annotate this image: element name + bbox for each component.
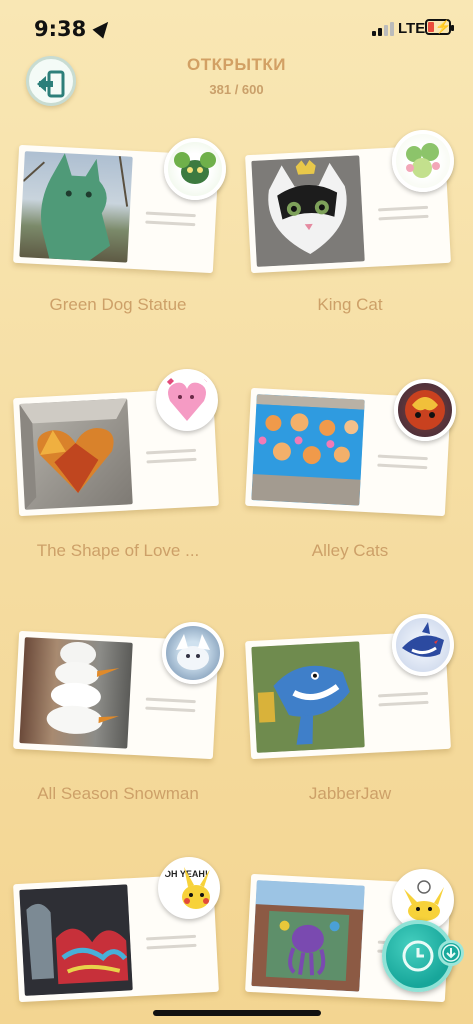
postcard-photo (19, 398, 133, 510)
shark-pokemon-sticker-icon (392, 614, 454, 676)
address-lines (377, 454, 428, 476)
status-bar: 9:38 LTE ⚡ (0, 0, 473, 54)
address-lines (145, 211, 196, 233)
postcard-label: Alley Cats (311, 541, 389, 560)
address-lines (146, 934, 197, 956)
postcard-label: All Season Snowman (37, 784, 199, 803)
postcard-photo (19, 637, 133, 749)
cell-signal-icon (372, 22, 394, 36)
battery-icon: ⚡ (425, 19, 454, 35)
home-indicator[interactable] (153, 1010, 321, 1016)
arrow-down-icon (442, 944, 460, 962)
postcard-photo (251, 641, 365, 753)
flower-pokemon-sticker-icon (392, 130, 454, 192)
fire-pokemon-sticker-icon (394, 379, 456, 441)
page-title: ОТКРЫТКИ (187, 55, 286, 74)
postcard-photo (251, 394, 365, 506)
address-lines (145, 697, 196, 719)
postcard-label: King Cat (317, 295, 383, 314)
pink-heart-pokemon-sticker-icon (156, 369, 218, 431)
address-lines (378, 205, 429, 227)
snow-pokemon-sticker-icon (162, 622, 224, 684)
pikachu-oh-yeah-sticker-icon: OH YEAH! (158, 857, 220, 919)
postcard-photo (251, 155, 365, 267)
status-time: 9:38 (34, 17, 87, 41)
address-lines (378, 691, 429, 713)
quest-timer-button[interactable] (378, 916, 468, 992)
postcard-photo (19, 151, 133, 263)
postcard-photo (251, 880, 365, 992)
postcard-label: JabberJaw (308, 784, 392, 803)
postcard-photo (19, 884, 133, 996)
postcard-count: 381 / 600 (209, 82, 264, 97)
location-arrow-icon (92, 17, 114, 39)
grass-pokemon-sticker-icon (164, 138, 226, 200)
postcard-label: Green Dog Statue (49, 295, 187, 314)
arrow-down-button[interactable] (438, 940, 464, 966)
postcard-label: The Shape of Love ... (36, 541, 200, 560)
address-lines (146, 448, 197, 470)
network-type: LTE (398, 20, 426, 37)
